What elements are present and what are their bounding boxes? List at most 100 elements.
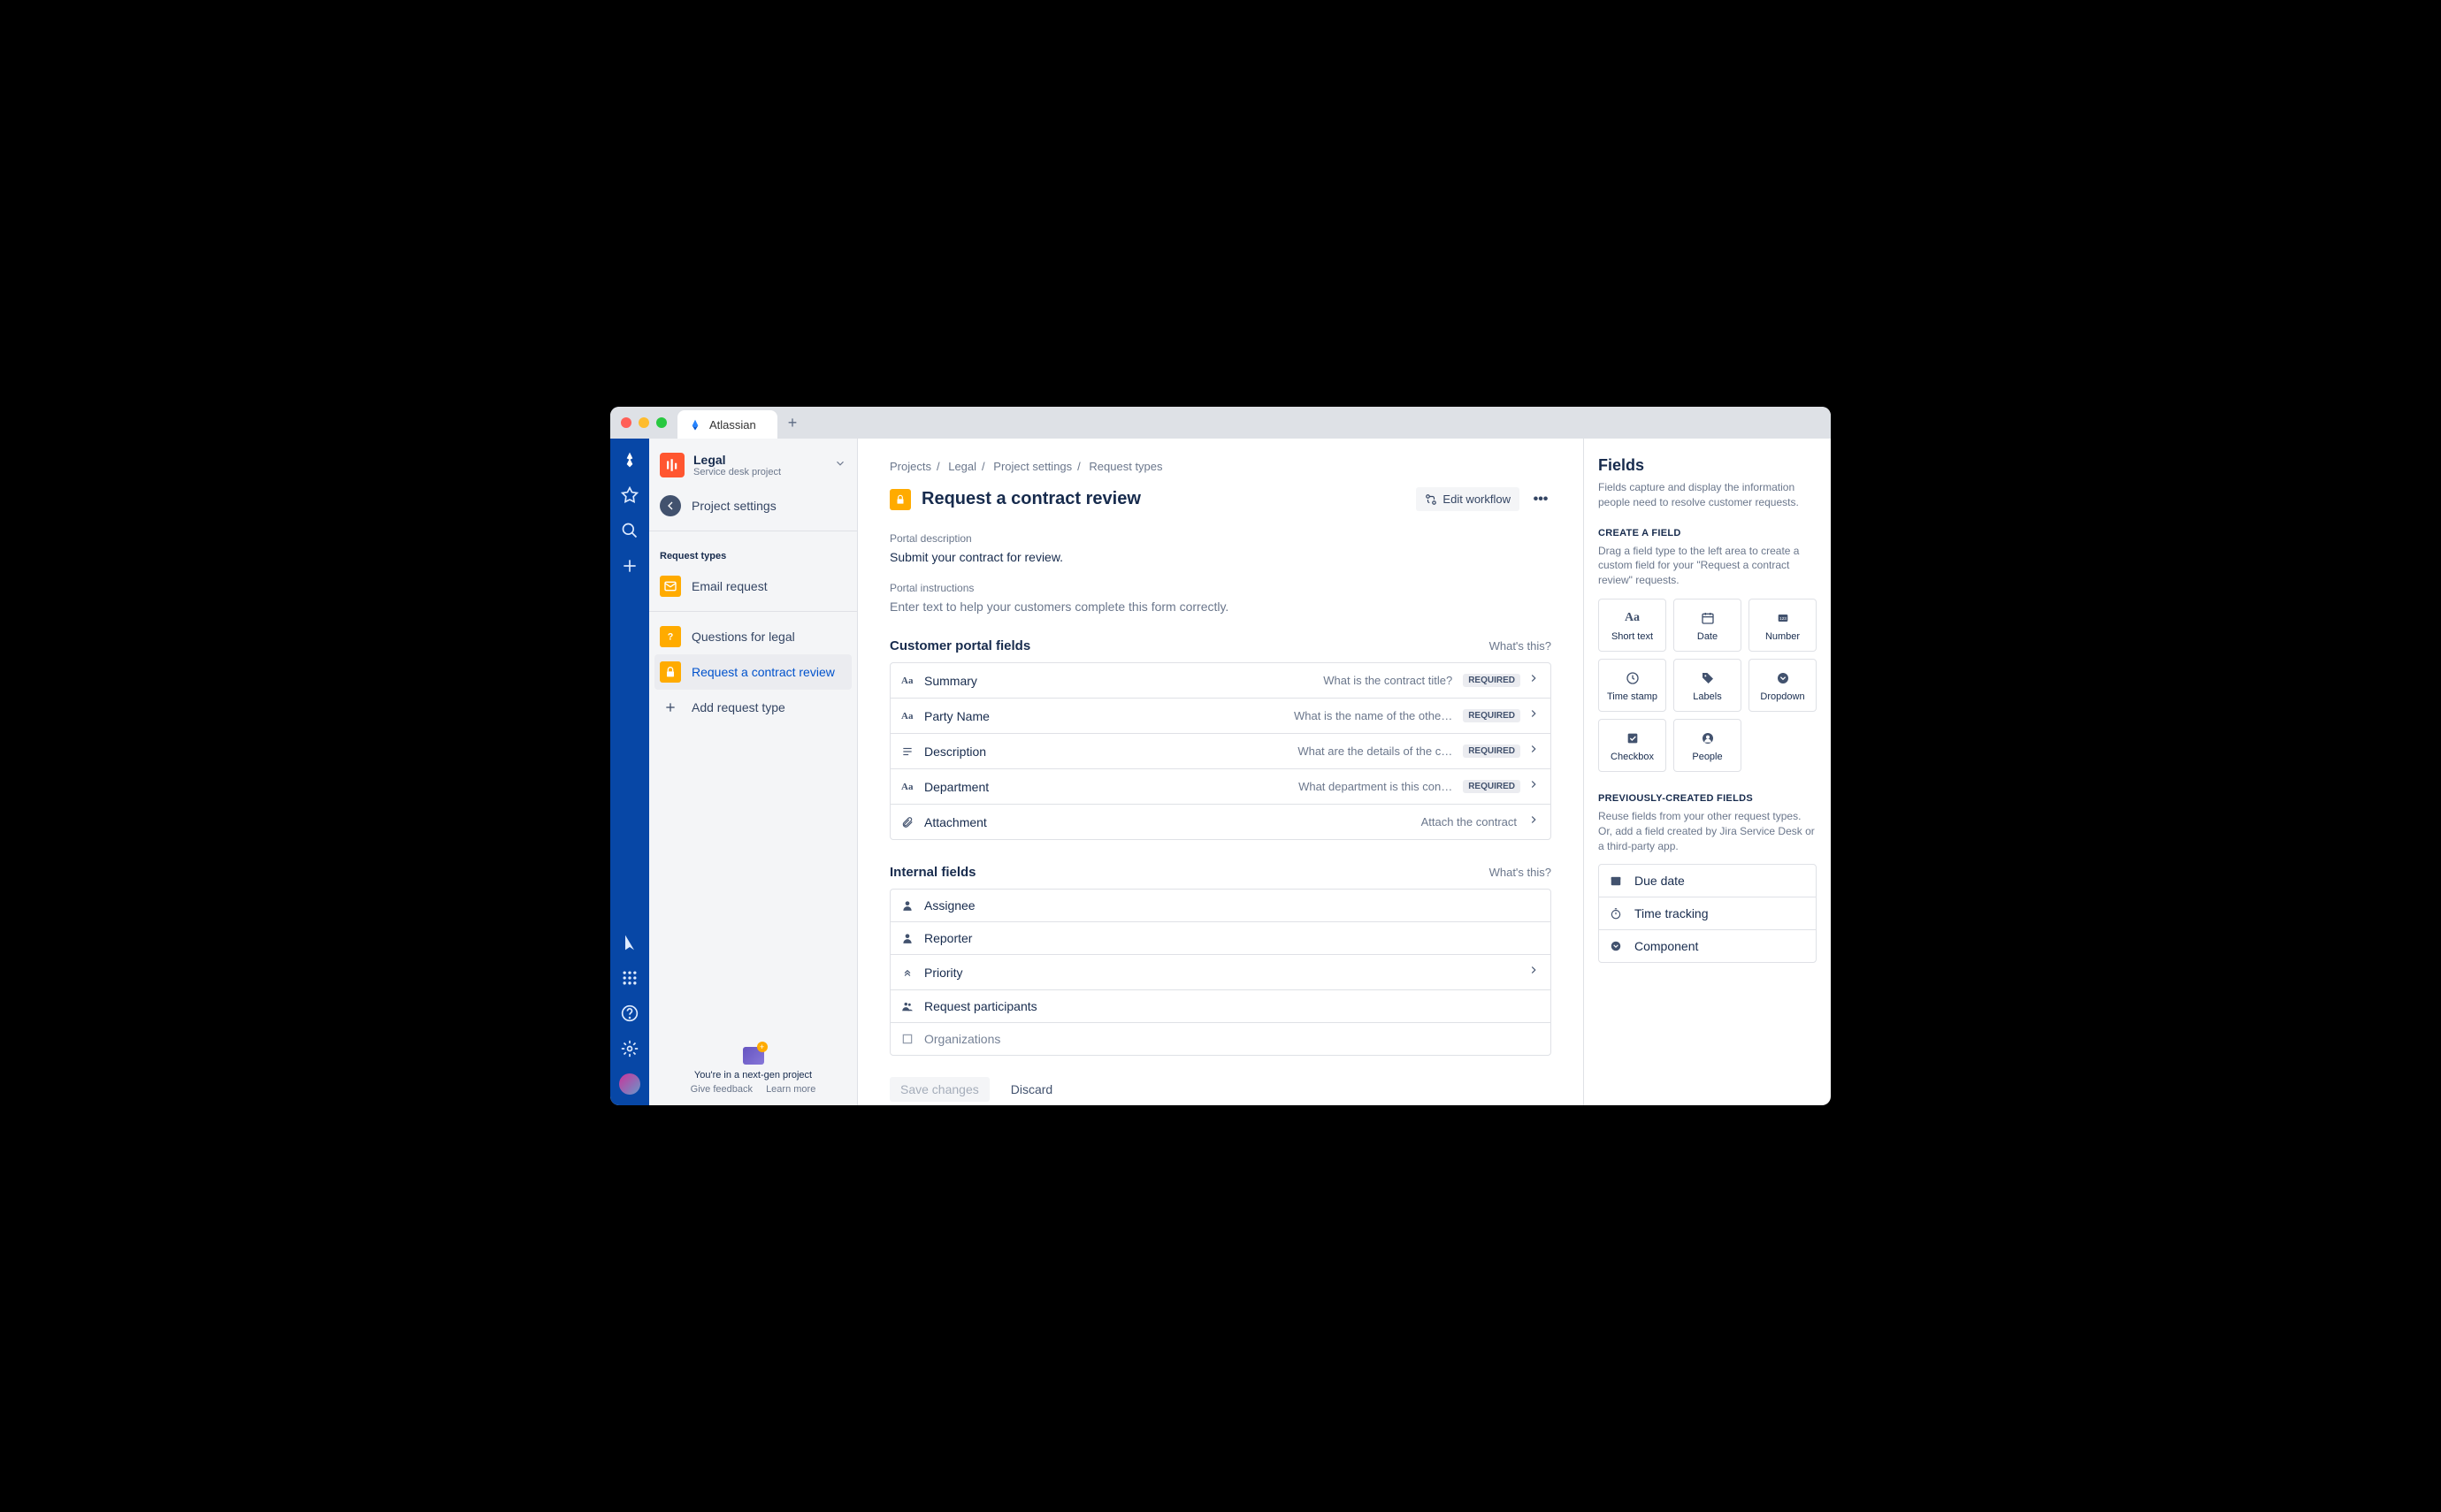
field-help: What are the details of the c… <box>1268 745 1463 758</box>
field-row[interactable]: Aa Department What department is this co… <box>891 769 1550 805</box>
user-avatar[interactable] <box>619 1073 640 1095</box>
required-badge: REQUIRED <box>1463 745 1520 758</box>
calendar-icon <box>1610 874 1626 887</box>
save-button[interactable]: Save changes <box>890 1077 990 1102</box>
field-row[interactable]: Organizations <box>891 1023 1550 1055</box>
portal-instructions-placeholder[interactable]: Enter text to help your customers comple… <box>890 599 1551 614</box>
star-icon[interactable] <box>619 485 640 506</box>
settings-icon[interactable] <box>619 1038 640 1059</box>
minimize-window-button[interactable] <box>639 417 649 428</box>
page-title-row: Request a contract review Edit workflow … <box>890 487 1551 511</box>
prev-field-name: Time tracking <box>1634 906 1709 920</box>
notifications-icon[interactable] <box>619 932 640 953</box>
field-type-date[interactable]: Date <box>1673 599 1741 652</box>
sidebar-project-settings[interactable]: Project settings <box>649 488 857 523</box>
chevron-right-icon <box>1527 778 1540 795</box>
create-field-sub: Drag a field type to the left area to cr… <box>1598 544 1817 588</box>
sidebar-divider <box>649 611 857 612</box>
number-icon: 123 <box>1753 608 1812 628</box>
app-switcher-icon[interactable] <box>619 967 640 989</box>
field-help: What is the contract title? <box>1268 674 1463 687</box>
app-root: Legal Service desk project Project setti… <box>610 439 1831 1105</box>
field-row[interactable]: Attachment Attach the contract <box>891 805 1550 839</box>
give-feedback-link[interactable]: Give feedback <box>691 1084 753 1095</box>
field-name: Organizations <box>924 1032 1022 1046</box>
browser-window: Atlassian + Legal Service desk project <box>610 407 1831 1105</box>
sidebar-questions-legal[interactable]: ? Questions for legal <box>649 619 857 654</box>
field-name: Department <box>924 780 1022 794</box>
close-window-button[interactable] <box>621 417 631 428</box>
sidebar-item-label: Questions for legal <box>692 630 795 644</box>
field-row[interactable]: Aa Summary What is the contract title? R… <box>891 663 1550 699</box>
crumb-types[interactable]: Request types <box>1089 460 1162 473</box>
create-icon[interactable] <box>619 555 640 577</box>
help-icon[interactable] <box>619 1003 640 1024</box>
discard-button[interactable]: Discard <box>1000 1077 1063 1102</box>
new-tab-button[interactable]: + <box>788 414 798 432</box>
prev-field-row[interactable]: Component <box>1599 930 1816 962</box>
prev-field-row[interactable]: Time tracking <box>1599 897 1816 930</box>
browser-tab[interactable]: Atlassian <box>677 410 777 439</box>
breadcrumb: Projects/ Legal/ Project settings/ Reque… <box>890 460 1551 473</box>
required-badge: REQUIRED <box>1463 674 1520 687</box>
calendar-icon <box>1678 608 1737 628</box>
edit-workflow-button[interactable]: Edit workflow <box>1416 487 1519 511</box>
more-actions-button[interactable]: ••• <box>1530 489 1551 510</box>
crumb-projects[interactable]: Projects <box>890 460 931 473</box>
field-name: Summary <box>924 674 1022 688</box>
short-text-icon: Aa <box>1603 608 1662 628</box>
field-type-checkbox[interactable]: Checkbox <box>1598 719 1666 772</box>
portal-instructions-label: Portal instructions <box>890 582 1551 594</box>
field-type-labels[interactable]: Labels <box>1673 659 1741 712</box>
sidebar-add-request-type[interactable]: Add request type <box>649 690 857 725</box>
crumb-legal[interactable]: Legal <box>948 460 976 473</box>
sidebar-item-label: Project settings <box>692 499 777 513</box>
search-icon[interactable] <box>619 520 640 541</box>
portal-description-text[interactable]: Submit your contract for review. <box>890 550 1551 564</box>
field-type-dropdown[interactable]: Dropdown <box>1748 659 1817 712</box>
jira-logo-icon[interactable] <box>619 449 640 470</box>
prev-field-row[interactable]: Due date <box>1599 865 1816 897</box>
whats-this-link[interactable]: What's this? <box>1489 866 1551 879</box>
field-row[interactable]: Reporter <box>891 922 1550 955</box>
field-type-people[interactable]: People <box>1673 719 1741 772</box>
field-row[interactable]: Assignee <box>891 890 1550 922</box>
project-switcher[interactable]: Legal Service desk project <box>649 439 857 488</box>
project-sidebar: Legal Service desk project Project setti… <box>649 439 858 1105</box>
learn-more-link[interactable]: Learn more <box>766 1084 815 1095</box>
field-type-timestamp[interactable]: Time stamp <box>1598 659 1666 712</box>
sidebar-contract-review[interactable]: Request a contract review <box>654 654 852 690</box>
field-name: Party Name <box>924 709 1022 723</box>
field-name: Priority <box>924 966 1022 980</box>
field-name: Reporter <box>924 931 1022 945</box>
field-row[interactable]: Priority <box>891 955 1550 990</box>
field-type-short-text[interactable]: Aa Short text <box>1598 599 1666 652</box>
crumb-settings[interactable]: Project settings <box>993 460 1072 473</box>
field-row[interactable]: Description What are the details of the … <box>891 734 1550 769</box>
sidebar-email-request[interactable]: Email request <box>649 569 857 604</box>
portal-description-label: Portal description <box>890 532 1551 545</box>
customer-fields-header: Customer portal fields What's this? <box>890 638 1551 653</box>
maximize-window-button[interactable] <box>656 417 667 428</box>
section-title: Customer portal fields <box>890 638 1489 653</box>
whats-this-link[interactable]: What's this? <box>1489 639 1551 653</box>
field-name: Assignee <box>924 898 1022 913</box>
field-row[interactable]: Request participants <box>891 990 1550 1023</box>
lock-icon <box>660 661 681 683</box>
field-row[interactable]: Aa Party Name What is the name of the ot… <box>891 699 1550 734</box>
stopwatch-icon <box>1610 907 1626 920</box>
content-column: Projects/ Legal/ Project settings/ Reque… <box>858 439 1583 1105</box>
field-type-number[interactable]: 123 Number <box>1748 599 1817 652</box>
browser-titlebar: Atlassian + <box>610 407 1831 439</box>
person-icon <box>901 932 917 944</box>
fields-panel: Fields Fields capture and display the in… <box>1583 439 1831 1105</box>
global-nav-rail <box>610 439 649 1105</box>
internal-fields-list: Assignee Reporter Priority Reques <box>890 889 1551 1056</box>
field-type-label: Short text <box>1603 631 1662 642</box>
field-type-label: Checkbox <box>1603 752 1662 762</box>
sidebar-footer: You're in a next-gen project Give feedba… <box>649 1036 857 1105</box>
panel-description: Fields capture and display the informati… <box>1598 480 1817 510</box>
field-name: Description <box>924 745 1022 759</box>
chevron-right-icon <box>1527 743 1540 760</box>
section-title: Internal fields <box>890 865 1489 880</box>
